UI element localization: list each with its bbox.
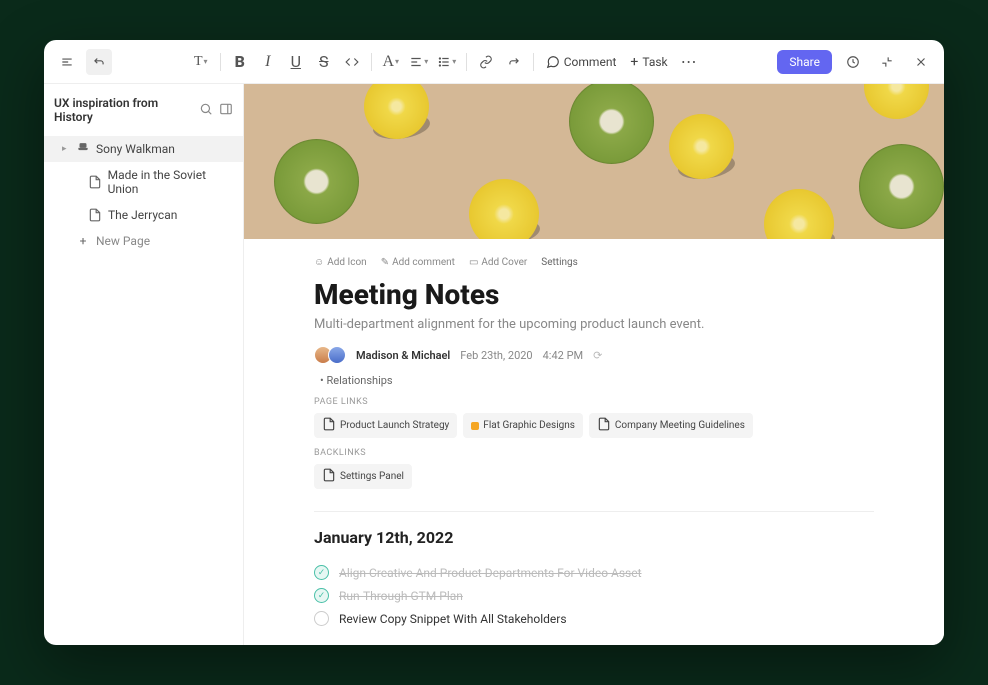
task-checkbox[interactable]: ✓ [314,565,329,580]
link-chip[interactable]: Product Launch Strategy [314,413,457,438]
sidebar-item[interactable]: The Jerrycan [44,202,243,228]
collapse-icon[interactable] [874,49,900,75]
bold-button[interactable]: B [227,49,253,75]
menu-icon[interactable] [54,49,80,75]
doc-icon [322,417,336,434]
author-avatars [314,346,346,364]
sidebar-item[interactable]: ▸Sony Walkman [44,136,243,162]
chip-label: Settings Panel [340,471,404,482]
sidebar: UX inspiration from History ▸Sony Walkma… [44,84,244,645]
search-icon[interactable] [199,102,213,119]
close-icon[interactable] [908,49,934,75]
page-links-label: PAGE LINKS [314,397,874,407]
app-window: T▾ B I U S A▾ ▾ ▾ Comment +Task ⋯ Share [44,40,944,645]
back-icon[interactable] [86,49,112,75]
add-comment-button[interactable]: ✎ Add comment [381,257,455,268]
task-text: Run-Through GTM Plan [339,589,463,603]
task-text: Align Creative And Product Departments F… [339,566,642,580]
task-button[interactable]: +Task [624,50,673,74]
code-button[interactable] [339,49,365,75]
main-content: ☺ Add Icon ✎ Add comment ▭ Add Cover Set… [244,84,944,645]
doc-time: 4:42 PM [543,349,583,362]
sidebar-item[interactable]: Made in the Soviet Union [44,162,243,202]
sync-icon: ⟳ [593,349,602,362]
chip-label: Product Launch Strategy [340,420,449,431]
redo-icon[interactable] [501,49,527,75]
task-item[interactable]: ✓ Run-Through GTM Plan [314,584,874,607]
link-button[interactable] [473,49,499,75]
task-item[interactable]: Review Copy Snippet With All Stakeholder… [314,607,874,630]
divider [314,511,874,512]
link-chip[interactable]: Settings Panel [314,464,412,489]
strikethrough-button[interactable]: S [311,49,337,75]
italic-button[interactable]: I [255,49,281,75]
add-cover-button[interactable]: ▭ Add Cover [469,257,527,268]
backlinks-label: BACKLINKS [314,448,874,458]
link-chip[interactable]: Flat Graphic Designs [463,413,583,438]
task-item[interactable]: ✓ Align Creative And Product Departments … [314,561,874,584]
page-title[interactable]: Meeting Notes [314,278,874,311]
chip-label: Company Meeting Guidelines [615,420,745,431]
task-text: Review Copy Snippet With All Stakeholder… [339,612,567,626]
backlinks-chips: Settings Panel [314,464,874,489]
doc-icon [597,417,611,434]
sidebar-header: UX inspiration from History [44,84,243,136]
sidebar-item-label: The Jerrycan [108,208,177,222]
page-subtitle[interactable]: Multi-department alignment for the upcom… [314,317,874,332]
author-names: Madison & Michael [356,349,450,362]
underline-button[interactable]: U [283,49,309,75]
history-icon[interactable] [840,49,866,75]
page-icon [88,175,102,189]
link-chip[interactable]: Company Meeting Guidelines [589,413,753,438]
author-row: Madison & Michael Feb 23th, 2020 4:42 PM… [314,346,874,364]
new-page-button[interactable]: + New Page [44,228,243,254]
section-heading[interactable]: January 12th, 2022 [314,528,874,547]
page-icon [76,142,90,156]
meta-actions: ☺ Add Icon ✎ Add comment ▭ Add Cover Set… [314,257,874,268]
chip-label: Flat Graphic Designs [483,420,575,431]
page-links-chips: Product Launch Strategy Flat Graphic Desi… [314,413,874,438]
doc-date: Feb 23th, 2020 [460,349,532,362]
page-icon [88,208,102,222]
sidebar-item-label: Made in the Soviet Union [108,168,233,196]
text-style-button[interactable]: T▾ [188,49,214,75]
task-checkbox[interactable]: ✓ [314,588,329,603]
add-icon-button[interactable]: ☺ Add Icon [314,257,367,268]
toolbar: T▾ B I U S A▾ ▾ ▾ Comment +Task ⋯ Share [44,40,944,84]
task-checkbox[interactable] [314,611,329,626]
comment-button[interactable]: Comment [540,51,623,73]
text-color-button[interactable]: A▾ [378,49,404,75]
sidebar-title: UX inspiration from History [54,96,199,124]
color-swatch-icon [471,422,479,430]
sidebar-item-label: Sony Walkman [96,142,175,156]
share-button[interactable]: Share [777,50,832,74]
relationships-row[interactable]: • Relationships [314,374,874,387]
panel-icon[interactable] [219,102,233,119]
list-button[interactable]: ▾ [434,49,460,75]
more-icon[interactable]: ⋯ [676,49,702,75]
align-button[interactable]: ▾ [406,49,432,75]
doc-icon [322,468,336,485]
settings-link[interactable]: Settings [541,257,578,268]
cover-image [244,84,944,239]
avatar [328,346,346,364]
